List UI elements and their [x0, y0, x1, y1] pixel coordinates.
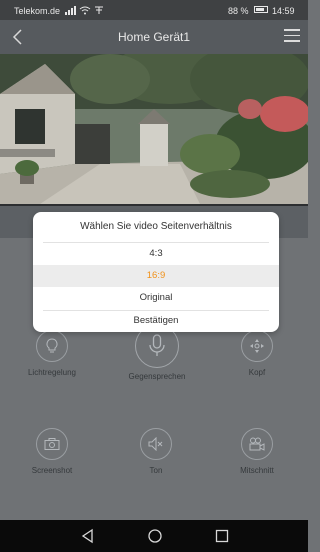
record-button[interactable]: Mitschnitt [212, 428, 302, 475]
head-label: Kopf [248, 368, 266, 377]
hamburger-menu-icon[interactable] [284, 29, 300, 43]
system-nav-bar [0, 520, 308, 552]
battery-percentage: 88 % [228, 6, 249, 16]
circle-home-icon[interactable] [147, 528, 163, 544]
status-bar: Telekom.de 88 % 14:59 [0, 0, 308, 20]
video-camera-icon [241, 428, 273, 460]
triangle-back-icon[interactable] [80, 528, 96, 544]
head-control-button[interactable]: Kopf [212, 330, 302, 377]
speaker-mute-icon [140, 428, 172, 460]
battery-icon [254, 6, 268, 13]
talk-button[interactable]: Gegensprechen [112, 324, 202, 381]
signal-wifi-icon [65, 6, 103, 15]
aspect-ratio-dialog: Wählen Sie video Seitenverhältnis 4:3 16… [33, 212, 279, 332]
clock: 14:59 [272, 6, 295, 16]
light-control-label: Lichtregelung [27, 368, 77, 377]
app-header: Home Gerät1 [0, 20, 308, 54]
video-feed[interactable] [0, 54, 308, 204]
sound-label: Ton [149, 466, 163, 475]
camera-icon [36, 428, 68, 460]
screenshot-button[interactable]: Screenshot [7, 428, 97, 475]
square-recent-icon[interactable] [214, 528, 230, 544]
option-original[interactable]: Original [33, 287, 279, 309]
record-label: Mitschnitt [240, 466, 274, 475]
dialog-title: Wählen Sie video Seitenverhältnis [80, 221, 232, 232]
page-title: Home Gerät1 [117, 30, 191, 44]
lightbulb-icon [36, 330, 68, 362]
carrier-name: Telekom.de [14, 6, 61, 16]
option-16-9[interactable]: 16:9 [33, 265, 279, 287]
confirm-button[interactable]: Bestätigen [33, 310, 279, 332]
camera-preview-image [0, 54, 308, 204]
talk-label: Gegensprechen [128, 372, 186, 381]
sound-button[interactable]: Ton [111, 428, 201, 475]
screenshot-label: Screenshot [31, 466, 73, 475]
ptz-direction-icon [241, 330, 273, 362]
option-4-3[interactable]: 4:3 [33, 243, 279, 265]
light-control-button[interactable]: Lichtregelung [7, 330, 97, 377]
